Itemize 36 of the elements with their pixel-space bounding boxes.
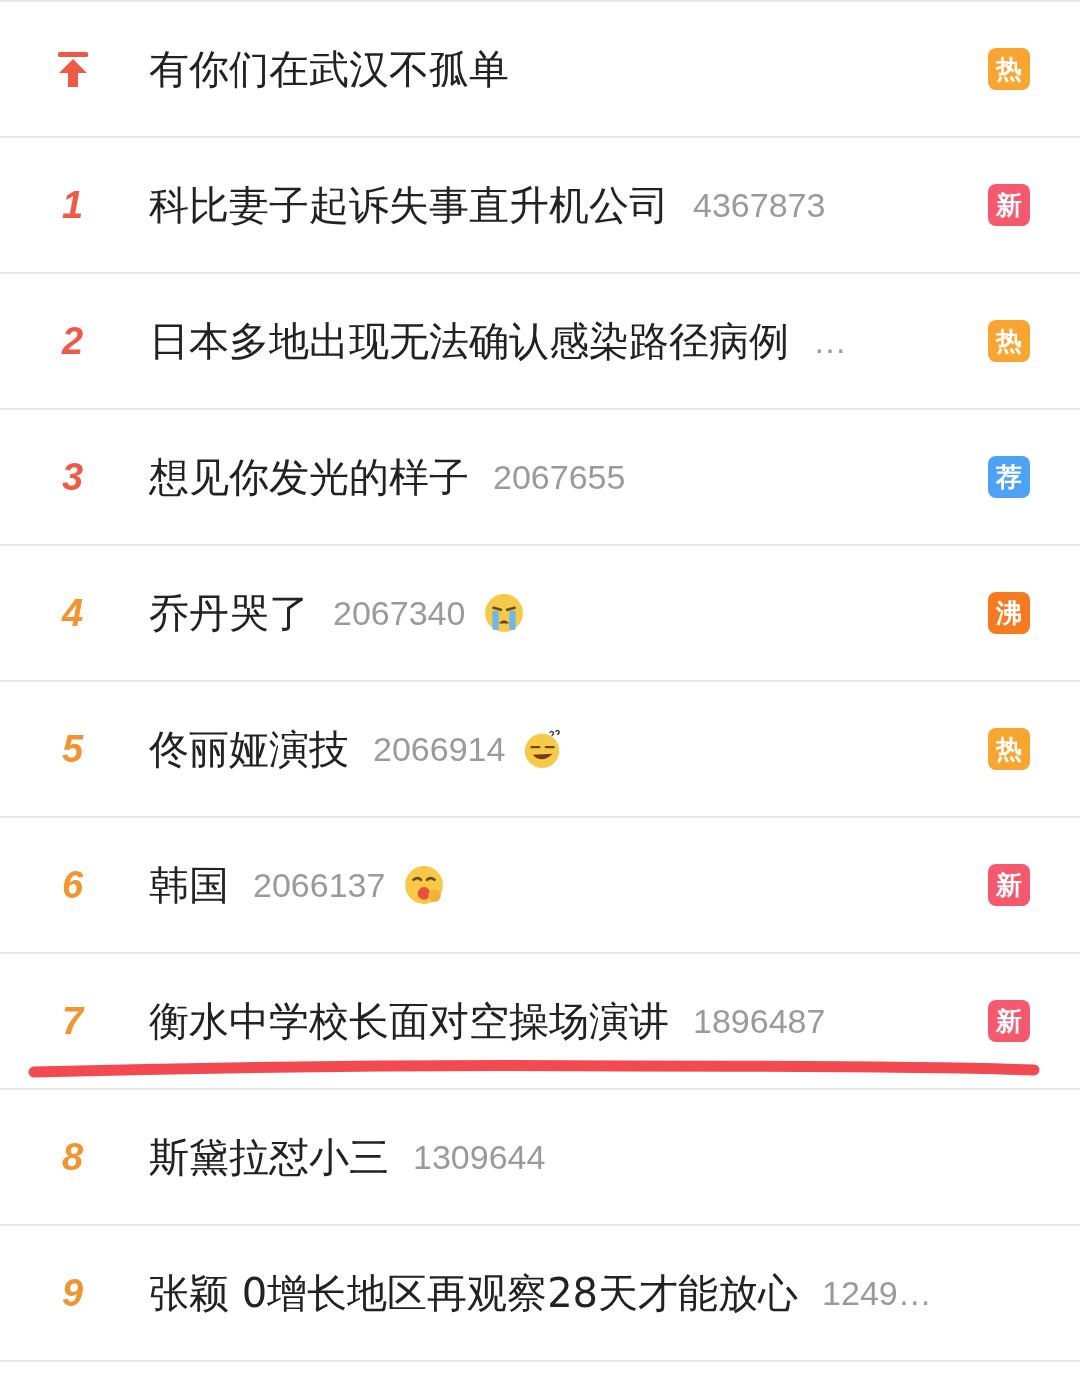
rank-number: 4 [61, 591, 84, 635]
search-count: 1249… [822, 1273, 932, 1313]
search-count: 2067340 [333, 593, 466, 633]
search-count: 1309644 [413, 1137, 546, 1177]
search-count: 4367873 [693, 185, 826, 225]
status-badge: 热 [988, 48, 1030, 90]
search-count: … [813, 321, 847, 361]
topic-title[interactable]: 衡水中学校长面对空操场演讲 [149, 993, 669, 1049]
topic-title[interactable]: 佟丽娅演技 [149, 721, 349, 777]
status-badge: 新 [988, 1000, 1030, 1042]
topic-title[interactable]: 乔丹哭了 [149, 585, 309, 641]
topic-title[interactable]: 韩国 [149, 857, 229, 913]
rank-number: 2 [61, 319, 84, 363]
status-badge: 新 [988, 184, 1030, 226]
topic-title[interactable]: 想见你发光的样子 [149, 449, 469, 505]
topic-title[interactable]: 斯黛拉怼小三 [149, 1129, 389, 1185]
topic-title[interactable]: 科比妻子起诉失事直升机公司 [149, 177, 669, 233]
rank-number: 5 [61, 727, 84, 771]
status-badge: 热 [988, 320, 1030, 362]
status-badge: 荐 [988, 456, 1030, 498]
search-count: 2067655 [493, 457, 626, 497]
rank-number: 6 [61, 863, 84, 907]
status-badge: 沸 [988, 592, 1030, 634]
rank-number: 8 [61, 1135, 84, 1179]
rank-number: 7 [61, 999, 84, 1043]
rank-number: 3 [61, 455, 84, 499]
topic-title[interactable]: 张颖 0增长地区再观察28天才能放心 [149, 1265, 799, 1321]
search-count: 2066137 [253, 865, 386, 905]
topic-title[interactable]: 日本多地出现无法确认感染路径病例 [149, 313, 789, 369]
search-count: 2066914 [373, 729, 506, 769]
rank-number: 9 [61, 1271, 84, 1315]
rank-number: 1 [61, 183, 84, 227]
status-badge: 热 [988, 728, 1030, 770]
search-count: 1896487 [693, 1001, 826, 1041]
topic-title[interactable]: 有你们在武汉不孤单 [149, 41, 509, 97]
status-badge: 新 [988, 864, 1030, 906]
